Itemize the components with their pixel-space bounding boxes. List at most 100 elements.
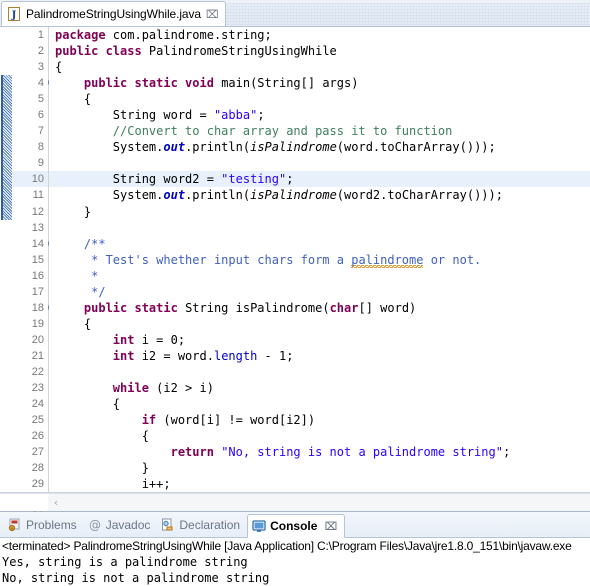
line-number: 15 — [31, 253, 44, 266]
eclipse-ide-window: J PalindromeStringUsingWhile.java ⌧ 1 23 4… — [0, 0, 590, 586]
line-number-gutter[interactable]: 1 2 3 4 5 6 7 8 9 10 11 12 13 14 15 16 17 18 19 20 21 22 23 24 2… — [12, 27, 57, 522]
code-token: int — [112, 348, 135, 363]
code-line: System.out.println(isPalindrome(word.toC… — [49, 139, 590, 155]
code-token: { — [55, 397, 121, 412]
console-output-view[interactable]: <terminated> PalindromeStringUsingWhile … — [0, 538, 590, 586]
line-number: 6 — [37, 109, 44, 122]
panel-tab-declaration[interactable]: Declaration — [157, 513, 247, 537]
line-number: 12 — [31, 205, 44, 218]
code-line: i++; — [49, 476, 590, 492]
problems-icon — [8, 518, 22, 532]
code-token: i = — [134, 332, 171, 347]
javadoc-icon: @ — [88, 518, 102, 532]
line-number: 11 — [32, 189, 44, 202]
code-token: /** — [55, 236, 106, 251]
editor-tab-label: PalindromeStringUsingWhile.java — [26, 7, 201, 21]
scroll-left-arrow-icon[interactable]: ‹ — [48, 496, 64, 509]
line-number: 5 — [37, 93, 44, 106]
code-token: "testing" — [221, 172, 287, 187]
code-line: * — [49, 268, 590, 284]
code-token: 0 — [170, 332, 178, 347]
panel-tab-console[interactable]: Console ⌧ — [247, 514, 346, 538]
panel-tab-label: Problems — [26, 518, 77, 532]
code-token: or not. — [423, 252, 482, 267]
close-icon[interactable]: ⌧ — [206, 9, 219, 20]
code-line: { — [49, 396, 590, 412]
console-launch-line: <terminated> PalindromeStringUsingWhile … — [2, 539, 572, 553]
code-line: * Test's whether input chars form a pali… — [49, 252, 590, 270]
panel-tab-label: Declaration — [179, 518, 241, 532]
line-number: 10 — [12, 171, 48, 188]
line-number: 21 — [31, 349, 44, 362]
panel-tab-label: Console — [270, 519, 318, 533]
editor-tab-palindrome-java[interactable]: J PalindromeStringUsingWhile.java ⌧ — [1, 1, 226, 26]
code-token: public static void — [83, 76, 222, 91]
code-token: package — [55, 28, 113, 42]
line-number: 22 — [31, 365, 44, 378]
close-icon[interactable]: ⌧ — [324, 521, 337, 532]
code-line: return "No, string is not a palindrome s… — [49, 444, 590, 460]
svg-text:@: @ — [89, 518, 101, 532]
code-line: { — [49, 59, 590, 75]
code-line: package com.palindrome.string; — [49, 27, 590, 43]
code-line: } — [49, 204, 590, 220]
code-token: public class — [55, 44, 149, 59]
panel-tab-label: Javadoc — [105, 518, 151, 532]
code-editor[interactable]: 1 2 3 4 5 6 7 8 9 10 11 12 13 14 15 16 17 18 19 20 21 22 23 24 2… — [0, 27, 590, 522]
code-token: - — [257, 348, 280, 363]
code-token: .println( — [185, 188, 251, 203]
code-token: { — [55, 60, 63, 75]
code-line: int i = 0; — [49, 332, 590, 348]
code-token: public static — [83, 300, 186, 315]
code-line: public class PalindromeStringUsingWhile — [49, 43, 590, 59]
code-token: main(String[] args) — [221, 76, 359, 91]
code-token: i++; — [55, 477, 171, 492]
code-token: [] word) — [358, 300, 417, 315]
code-line: //Convert to char array and pass it to f… — [49, 123, 590, 139]
line-number: 17 — [31, 285, 44, 298]
line-number: 20 — [31, 333, 44, 346]
code-line: while (i2 > i) — [49, 380, 590, 396]
code-token: ; — [286, 348, 294, 363]
code-token: isPalindrome — [250, 188, 337, 203]
code-line: String word = "abba"; — [49, 107, 590, 123]
line-number: 4 — [12, 75, 57, 91]
line-number: 26 — [31, 430, 44, 443]
panel-tab-problems[interactable]: Problems — [4, 513, 84, 537]
console-output-line: Yes, string is a palindrome string — [2, 555, 248, 569]
line-number: 14 — [12, 236, 57, 252]
line-number: 28 — [31, 462, 44, 475]
declaration-icon — [161, 518, 175, 532]
code-token: while — [112, 381, 149, 396]
code-token: out — [163, 188, 186, 203]
code-line: String word2 = "testing"; — [49, 171, 590, 188]
code-token: int — [112, 332, 135, 347]
line-number: 25 — [31, 414, 44, 427]
svg-text:J: J — [11, 10, 17, 21]
code-token: PalindromeStringUsingWhile — [148, 44, 337, 59]
code-line: { — [49, 316, 590, 332]
code-token: * Test's whether input chars form a — [55, 252, 352, 267]
scrollbar-track[interactable] — [64, 494, 590, 511]
line-number: 13 — [31, 221, 44, 234]
line-number: 23 — [31, 382, 44, 395]
code-line: System.out.println(isPalindrome(word2.to… — [49, 187, 590, 203]
code-token: */ — [55, 284, 106, 299]
code-token: isPalindrome — [250, 140, 337, 155]
code-line: int i2 = word.length - 1; — [49, 348, 590, 364]
editor-horizontal-scrollbar[interactable]: ‹ — [0, 493, 590, 511]
code-token: { — [55, 316, 92, 331]
code-text-area[interactable]: package com.palindrome.string; public cla… — [49, 27, 590, 492]
code-token: out — [163, 140, 186, 155]
line-number: 16 — [31, 269, 44, 282]
console-stdout: Yes, string is a palindrome string No, st… — [2, 554, 590, 586]
line-number: 1 — [37, 29, 44, 41]
panel-tab-javadoc[interactable]: @ Javadoc — [84, 513, 158, 537]
code-line: public static String isPalindrome(char[]… — [49, 300, 590, 316]
